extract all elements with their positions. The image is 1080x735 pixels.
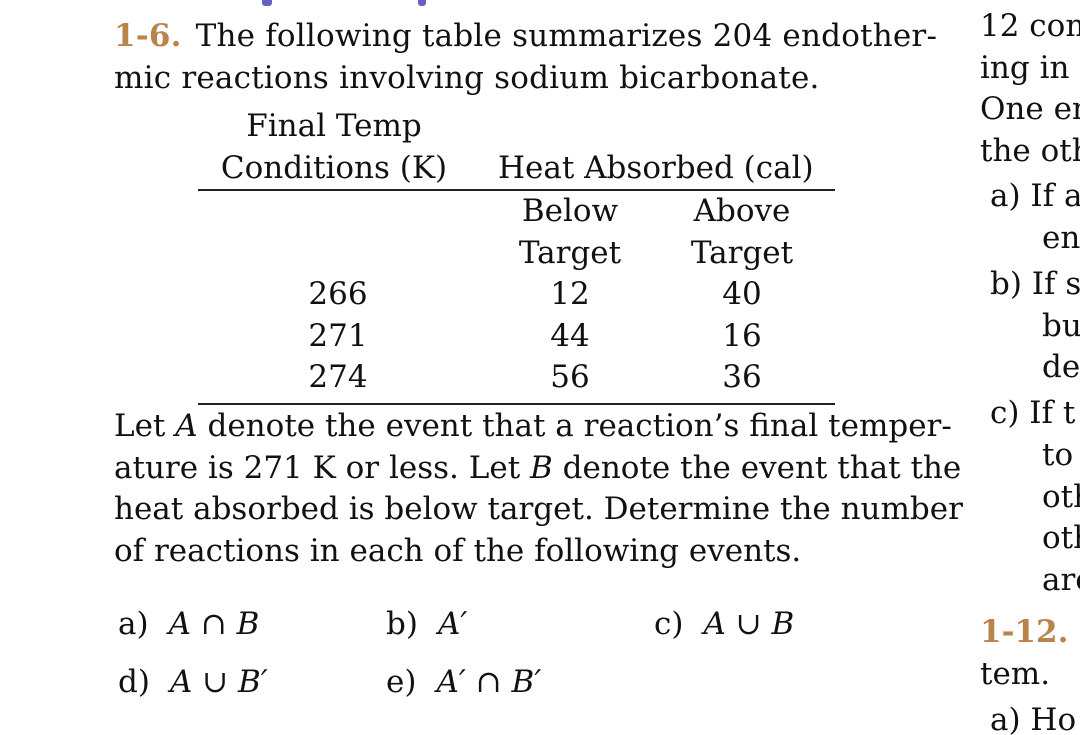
next-problem-number: 1-12. bbox=[980, 614, 1069, 650]
part-label: b) bbox=[386, 606, 418, 642]
subheader-row-1: Below Above bbox=[198, 191, 835, 233]
part-expression: A ∩ B bbox=[168, 606, 260, 642]
col-header-below-2: Target bbox=[518, 234, 622, 271]
col-header-above-1: Above bbox=[693, 193, 791, 229]
part-label: a) bbox=[118, 606, 149, 642]
table-row: 274 56 36 bbox=[198, 357, 835, 399]
col-header-above-2: Target bbox=[690, 234, 794, 271]
subheader-row-2: Target Target bbox=[198, 233, 835, 275]
problem-paragraph: Let A denote the event that a reaction’s… bbox=[114, 406, 963, 572]
textbook-page: 1-6. The following table summarizes 204 e… bbox=[0, 0, 1080, 735]
problem-intro: 1-6. The following table summarizes 204 e… bbox=[114, 16, 937, 99]
part-d: d) A ∪ B′ bbox=[118, 662, 268, 704]
part-label: e) bbox=[386, 664, 417, 700]
cell-temp: 274 bbox=[308, 359, 368, 395]
right-line: are bbox=[1042, 562, 1080, 598]
problem-number: 1-6. bbox=[114, 18, 182, 54]
part-e: e) A′ ∩ B′ bbox=[386, 662, 541, 704]
para-line-3: heat absorbed is below target. Determine… bbox=[114, 491, 963, 527]
right-line: des bbox=[1042, 349, 1080, 385]
row-header-line-2: Conditions (K) bbox=[220, 149, 448, 186]
right-line: the oth bbox=[980, 133, 1080, 169]
part-b: b) A′ bbox=[386, 604, 467, 646]
event-a-symbol: A bbox=[175, 408, 198, 444]
part-expression: A′ ∩ B′ bbox=[436, 664, 542, 700]
part-label: d) bbox=[118, 664, 150, 700]
right-line: One en bbox=[980, 91, 1080, 127]
table-bottom-rule bbox=[198, 402, 835, 405]
part-expression: A ∪ B bbox=[703, 606, 795, 642]
cell-above: 40 bbox=[722, 276, 762, 312]
para-line-1: Let A denote the event that a reaction’s… bbox=[114, 408, 952, 444]
cell-temp: 266 bbox=[308, 276, 368, 312]
event-b-symbol: B bbox=[530, 449, 553, 486]
cell-below: 44 bbox=[550, 317, 590, 354]
group-header: Heat Absorbed (cal) bbox=[498, 149, 814, 186]
part-label: c) bbox=[654, 606, 684, 642]
part-expression: A′ bbox=[437, 606, 468, 642]
table-row: 266 12 40 bbox=[198, 274, 835, 316]
right-line: to bbox=[1042, 437, 1074, 473]
right-line: 12 com bbox=[980, 8, 1080, 44]
row-header-line-1: Final Temp bbox=[246, 108, 422, 144]
right-line: ent bbox=[1042, 220, 1080, 256]
cell-above: 16 bbox=[722, 317, 762, 354]
intro-text-1: The following table summarizes 204 endot… bbox=[195, 18, 938, 54]
right-line: a) If a bbox=[990, 178, 1080, 214]
right-line: c) If t bbox=[990, 395, 1076, 431]
table-body: Below Above Target Target 266 12 40 271 … bbox=[198, 191, 835, 399]
cell-above: 36 bbox=[722, 359, 762, 395]
table-header: Final Temp Conditions (K) Heat Absorbed … bbox=[198, 106, 835, 189]
para-line-2: ature is 271 K or less. Let B denote the… bbox=[114, 449, 962, 486]
clipped-link-fragment bbox=[262, 0, 272, 6]
adjacent-column: 12 com ing in a One en the oth a) If a e… bbox=[980, 0, 1080, 735]
cell-temp: 271 bbox=[308, 317, 368, 354]
part-a: a) A ∩ B bbox=[118, 604, 259, 646]
part-expression: A ∪ B′ bbox=[169, 664, 268, 700]
cell-below: 12 bbox=[550, 276, 590, 312]
right-line: b) If s bbox=[990, 266, 1080, 302]
right-line: ing in a bbox=[980, 50, 1080, 86]
para-line-4: of reactions in each of the following ev… bbox=[114, 532, 802, 569]
right-line: oth bbox=[1042, 479, 1080, 515]
row-header: Final Temp Conditions (K) bbox=[198, 106, 470, 189]
part-c: c) A ∪ B bbox=[654, 604, 794, 646]
col-header-below-1: Below bbox=[521, 193, 619, 229]
right-line: oth bbox=[1042, 520, 1080, 556]
right-line: a) Ho bbox=[990, 702, 1077, 735]
right-line: tem. bbox=[980, 656, 1051, 692]
right-line: bu bbox=[1042, 308, 1080, 344]
intro-line-2: mic reactions involving sodium bicarbona… bbox=[114, 59, 820, 96]
cell-below: 56 bbox=[550, 359, 590, 395]
reactions-table: Final Temp Conditions (K) Heat Absorbed … bbox=[198, 106, 835, 405]
clipped-link-fragment bbox=[418, 0, 426, 6]
intro-line-1: 1-6. The following table summarizes 204 e… bbox=[114, 16, 937, 58]
table-row: 271 44 16 bbox=[198, 316, 835, 358]
